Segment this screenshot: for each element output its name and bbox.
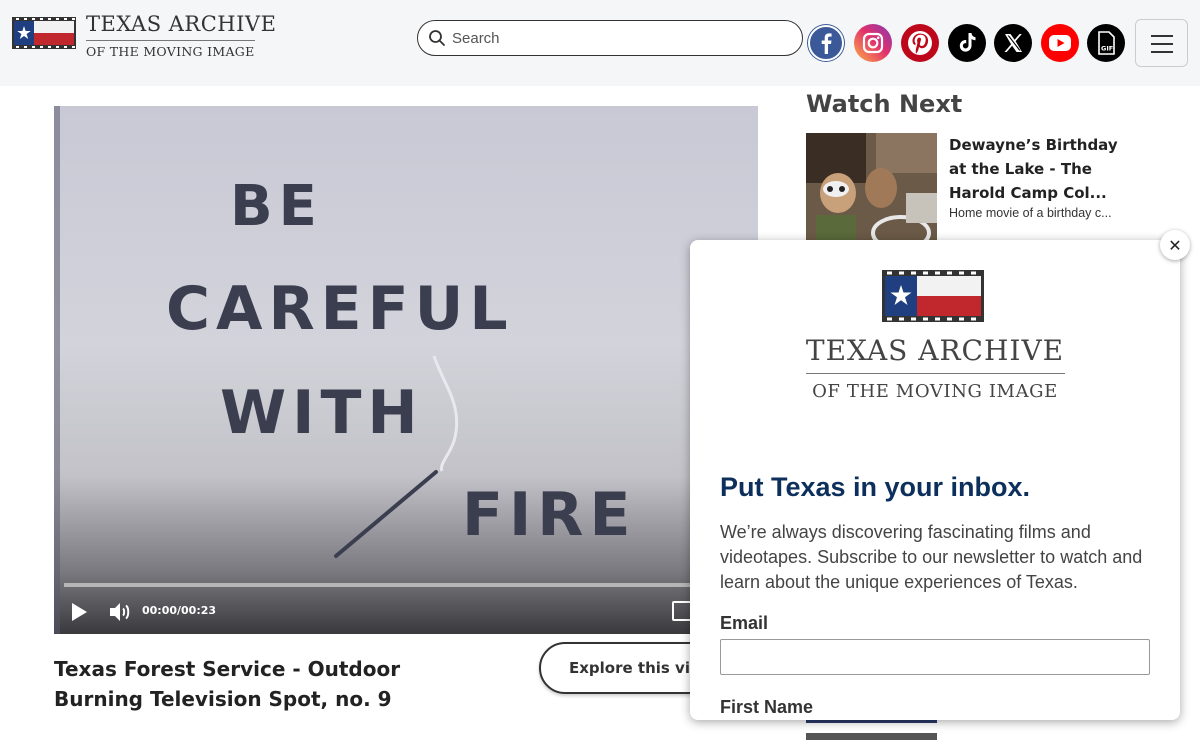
close-icon[interactable]: ✕ xyxy=(1160,230,1190,260)
newsletter-popup: TEXAS ARCHIVE OF THE MOVING IMAGE Put Te… xyxy=(690,240,1180,720)
svg-text:GIF: GIF xyxy=(1101,45,1113,53)
popup-logo-title: TEXAS ARCHIVE xyxy=(805,334,1065,367)
watch-next-heading: Watch Next xyxy=(806,90,963,118)
video-title: Texas Forest Service - Outdoor Burning T… xyxy=(54,657,401,711)
email-label: Email xyxy=(720,613,769,633)
volume-icon[interactable] xyxy=(108,600,132,624)
popup-description: We’re always discovering fascinating fil… xyxy=(720,522,1143,592)
search-box[interactable] xyxy=(417,20,803,56)
video-player[interactable]: BE CAREFUL WITH FIRE 00:00/00:23 xyxy=(54,106,758,634)
video-time: 00:00/00:23 xyxy=(142,604,217,617)
popup-heading: Put Texas in your inbox. xyxy=(720,472,1031,502)
watch-next-title[interactable]: Dewayne’s Birthday at the Lake - The Har… xyxy=(949,133,1139,205)
popup-logo-subtitle: OF THE MOVING IMAGE xyxy=(812,381,1058,402)
logo-divider xyxy=(806,373,1065,374)
search-icon xyxy=(429,30,445,46)
first-name-label: First Name xyxy=(720,697,814,717)
texas-flag-film-icon xyxy=(12,17,76,49)
match-graphic xyxy=(334,355,459,558)
tiktok-icon[interactable] xyxy=(948,24,986,62)
facebook-icon[interactable] xyxy=(807,24,845,62)
menu-button[interactable] xyxy=(1135,19,1188,67)
texas-flag-film-icon xyxy=(882,270,984,322)
watch-next-description: Home movie of a birthday c... xyxy=(949,206,1112,220)
frame-text-line: BE xyxy=(230,174,323,239)
frame-text-line: FIRE xyxy=(462,480,637,550)
youtube-icon[interactable] xyxy=(1041,24,1079,62)
video-progress-bar[interactable] xyxy=(64,583,758,587)
play-icon[interactable] xyxy=(68,601,90,623)
site-logo[interactable]: TEXAS ARCHIVE OF THE MOVING IMAGE xyxy=(12,12,276,62)
instagram-icon[interactable] xyxy=(854,24,892,62)
watch-next-thumbnail[interactable] xyxy=(806,733,937,740)
watch-next-thumbnail[interactable] xyxy=(806,133,937,241)
logo-title: TEXAS ARCHIVE xyxy=(86,12,277,36)
x-icon[interactable] xyxy=(994,24,1032,62)
logo-subtitle: OF THE MOVING IMAGE xyxy=(86,40,255,59)
frame-text-line: CAREFUL xyxy=(166,274,514,344)
gif-icon[interactable]: GIF xyxy=(1087,24,1125,62)
pinterest-icon[interactable] xyxy=(901,24,939,62)
site-header: TEXAS ARCHIVE OF THE MOVING IMAGE GIF xyxy=(0,0,1200,86)
search-input[interactable] xyxy=(452,27,792,49)
email-field[interactable] xyxy=(720,639,1150,675)
hamburger-icon xyxy=(1151,35,1173,37)
